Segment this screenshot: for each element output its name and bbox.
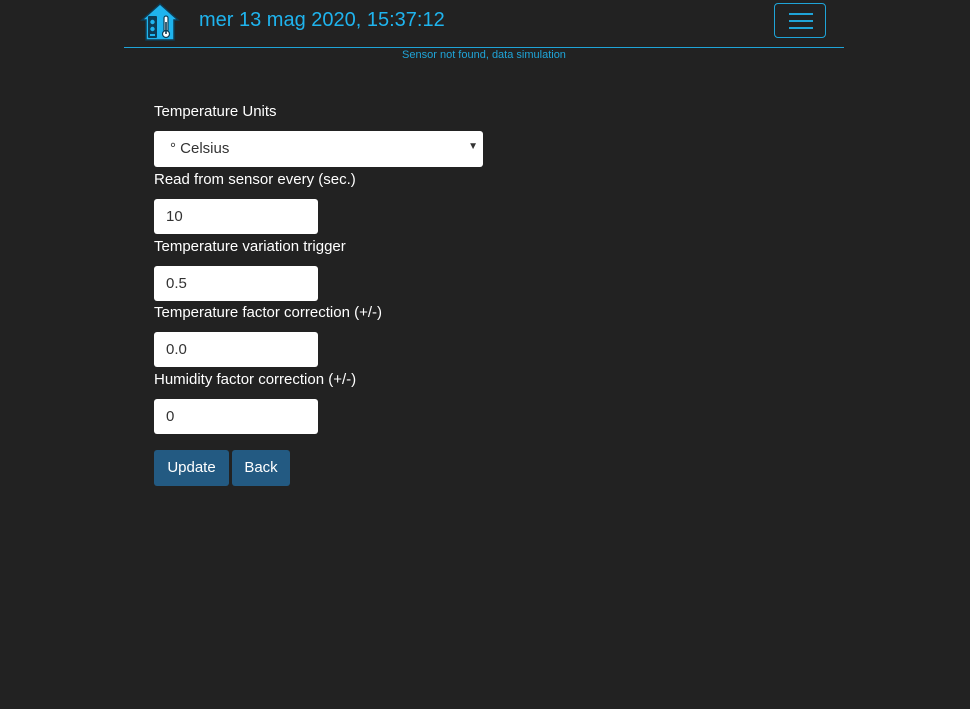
house-thermometer-icon[interactable] <box>140 2 180 42</box>
read-interval-label: Read from sensor every (sec.) <box>154 171 356 188</box>
temperature-units-label: Temperature Units <box>154 103 277 120</box>
temperature-units-value: ° Celsius <box>170 140 230 157</box>
temp-correction-input[interactable]: 0.0 <box>154 332 318 367</box>
humidity-correction-input[interactable]: 0 <box>154 399 318 434</box>
temp-correction-label: Temperature factor correction (+/-) <box>154 304 382 321</box>
status-message: Sensor not found, data simulation <box>402 49 566 61</box>
current-datetime: mer 13 mag 2020, 15:37:12 <box>199 9 445 31</box>
menu-toggle-button[interactable] <box>774 3 826 38</box>
hamburger-bar <box>789 20 813 22</box>
variation-trigger-input[interactable]: 0.5 <box>154 266 318 301</box>
navbar: mer 13 mag 2020, 15:37:12 <box>124 0 844 48</box>
humidity-correction-label: Humidity factor correction (+/-) <box>154 371 357 388</box>
hamburger-menu-icon <box>789 13 813 15</box>
read-interval-input[interactable]: 10 <box>154 199 318 234</box>
back-button[interactable]: Back <box>232 450 290 486</box>
update-button[interactable]: Update <box>154 450 229 486</box>
temperature-units-select[interactable]: ° Celsius ▼ <box>154 131 483 167</box>
page: mer 13 mag 2020, 15:37:12 Sensor not fou… <box>0 0 970 709</box>
chevron-down-icon: ▼ <box>468 141 478 152</box>
variation-trigger-label: Temperature variation trigger <box>154 238 346 255</box>
hamburger-bar <box>789 27 813 29</box>
